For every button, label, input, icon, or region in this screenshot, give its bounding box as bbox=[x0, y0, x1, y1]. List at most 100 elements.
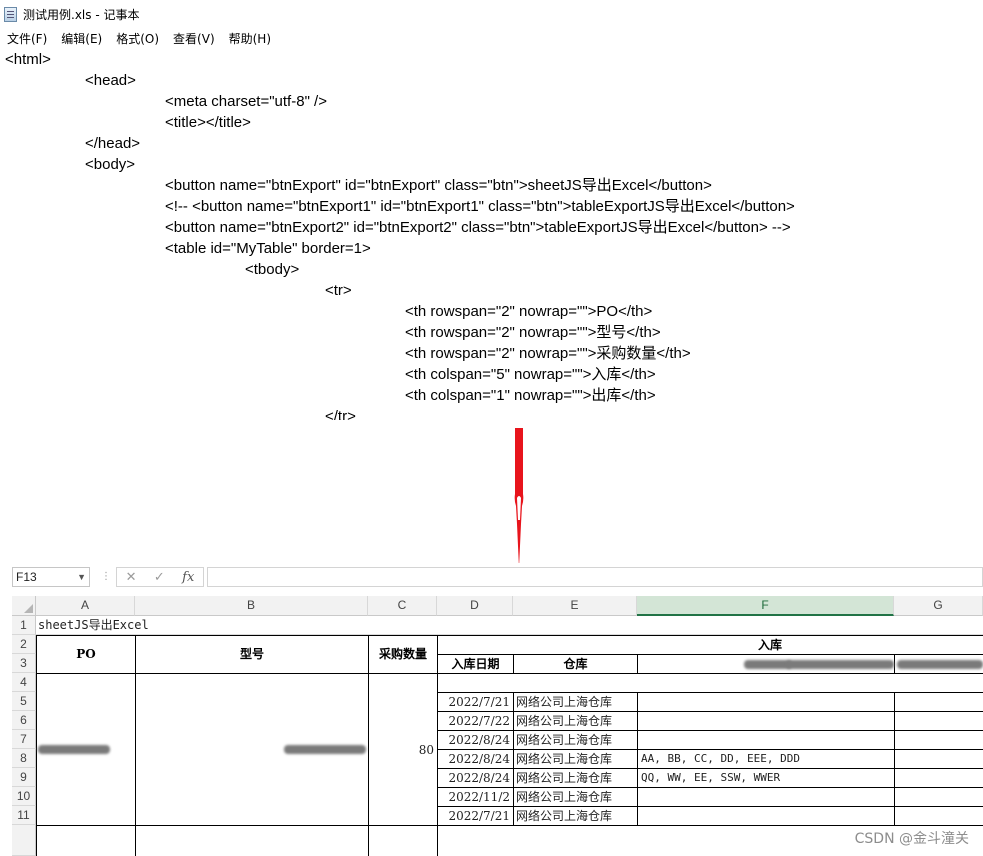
cell-f[interactable] bbox=[638, 788, 894, 806]
cell-warehouse[interactable]: 网络公司上海仓库 bbox=[514, 750, 637, 768]
table-border bbox=[894, 692, 895, 825]
column-header-g[interactable]: G bbox=[894, 596, 983, 616]
cell-date[interactable]: 2022/8/24 bbox=[438, 769, 513, 787]
header-warehouse[interactable]: 仓库 bbox=[514, 655, 637, 673]
code-line: <th colspan="1" nowrap="">出库</th> bbox=[405, 387, 656, 404]
menu-file[interactable]: 文件(F) bbox=[7, 30, 47, 47]
cell-f[interactable] bbox=[638, 693, 894, 711]
code-line: <title></title> bbox=[165, 114, 251, 131]
cell-f[interactable] bbox=[638, 731, 894, 749]
menu-help[interactable]: 帮助(H) bbox=[229, 30, 271, 47]
row-header-5[interactable]: 5 bbox=[12, 692, 36, 711]
row-header-4[interactable]: 4 bbox=[12, 673, 36, 692]
header-po[interactable]: PO bbox=[37, 636, 135, 673]
row-header-7[interactable]: 7 bbox=[12, 730, 36, 749]
cancel-icon[interactable]: ✕ bbox=[126, 570, 137, 585]
chevron-down-icon[interactable]: ▼ bbox=[77, 568, 86, 586]
cell-f[interactable]: AA, BB, CC, DD, EEE, DDD bbox=[638, 750, 894, 768]
cell-warehouse[interactable]: 网络公司上海仓库 bbox=[514, 693, 637, 711]
row-header-2[interactable]: 2 bbox=[12, 635, 36, 654]
code-line: <th rowspan="2" nowrap="">采购数量</th> bbox=[405, 345, 691, 362]
header-inbound[interactable]: 入库 bbox=[438, 636, 983, 654]
down-arrow-icon bbox=[514, 428, 524, 568]
cell-date[interactable]: 2022/8/24 bbox=[438, 731, 513, 749]
header-model[interactable]: 型号 bbox=[136, 636, 368, 673]
row-header-12 bbox=[12, 825, 36, 856]
cell-warehouse[interactable]: 网络公司上海仓库 bbox=[514, 769, 637, 787]
cell-qty[interactable]: 80 bbox=[369, 741, 437, 759]
code-line: <button name="btnExport" id="btnExport" … bbox=[165, 177, 712, 194]
cell-date[interactable]: 2022/7/21 bbox=[438, 693, 513, 711]
code-line: <th colspan="5" nowrap="">入库</th> bbox=[405, 366, 656, 383]
column-header-d[interactable]: D bbox=[437, 596, 513, 616]
table-border bbox=[894, 654, 895, 673]
cell-warehouse[interactable]: 网络公司上海仓库 bbox=[514, 807, 637, 825]
row-header-9[interactable]: 9 bbox=[12, 768, 36, 787]
name-box[interactable]: F13 ▼ bbox=[12, 567, 90, 587]
insert-function-icon[interactable]: fx bbox=[182, 570, 194, 585]
name-box-value: F13 bbox=[16, 570, 37, 584]
select-all-corner[interactable] bbox=[12, 596, 36, 616]
formula-input[interactable] bbox=[207, 567, 983, 587]
redacted-model bbox=[284, 745, 366, 754]
code-line: <table id="MyTable" border=1> bbox=[165, 240, 371, 257]
notepad-menubar: 文件(F) 编辑(E) 格式(O) 查看(V) 帮助(H) bbox=[0, 28, 278, 48]
redacted-header bbox=[744, 660, 792, 669]
redacted-header bbox=[786, 660, 894, 669]
cell-date[interactable]: 2022/7/22 bbox=[438, 712, 513, 730]
header-qty[interactable]: 采购数量 bbox=[369, 636, 437, 673]
code-line: <!-- <button name="btnExport1" id="btnEx… bbox=[165, 198, 795, 215]
watermark: CSDN @金斗潼关 bbox=[854, 831, 969, 847]
code-line: <th rowspan="2" nowrap="">PO</th> bbox=[405, 303, 653, 320]
redacted-header bbox=[897, 660, 983, 669]
column-header-f[interactable]: F bbox=[637, 596, 894, 616]
cell-f[interactable] bbox=[638, 807, 894, 825]
menu-edit[interactable]: 编辑(E) bbox=[61, 30, 102, 47]
table-border bbox=[36, 673, 983, 674]
header-inbound-date[interactable]: 入库日期 bbox=[438, 655, 513, 673]
column-header-a[interactable]: A bbox=[36, 596, 135, 616]
notepad-text-area[interactable]: <html> <head> <meta charset="utf-8" /> <… bbox=[0, 48, 983, 420]
table-border bbox=[637, 654, 638, 673]
notepad-app-icon bbox=[4, 6, 17, 22]
code-line: <meta charset="utf-8" /> bbox=[165, 93, 327, 110]
code-line: <body> bbox=[85, 156, 136, 173]
column-header-b[interactable]: B bbox=[135, 596, 368, 616]
row-header-6[interactable]: 6 bbox=[12, 711, 36, 730]
cell-warehouse[interactable]: 网络公司上海仓库 bbox=[514, 788, 637, 806]
formula-buttons: ✕ ✓ fx bbox=[116, 567, 204, 587]
notepad-titlebar: 测试用例.xls - 记事本 bbox=[0, 0, 983, 28]
row-header-3[interactable]: 3 bbox=[12, 654, 36, 673]
row-header-1[interactable]: 1 bbox=[12, 616, 36, 635]
code-line: <tbody> bbox=[245, 261, 300, 278]
cell-f[interactable] bbox=[638, 712, 894, 730]
cell-date[interactable]: 2022/8/24 bbox=[438, 750, 513, 768]
code-line: <html> bbox=[5, 51, 51, 68]
column-header-e[interactable]: E bbox=[513, 596, 637, 616]
column-header-c[interactable]: C bbox=[368, 596, 437, 616]
confirm-icon[interactable]: ✓ bbox=[154, 570, 165, 585]
excel-window: F13 ▼ ⋮ ✕ ✓ fx A B C D E F G 1 2 3 4 5 6… bbox=[0, 563, 983, 856]
cell-warehouse[interactable]: 网络公司上海仓库 bbox=[514, 712, 637, 730]
cell-warehouse[interactable]: 网络公司上海仓库 bbox=[514, 731, 637, 749]
code-line: </head> bbox=[85, 135, 141, 152]
redacted-po bbox=[38, 745, 110, 754]
cell-f[interactable]: QQ, WW, EE, SSW, WWER bbox=[638, 769, 894, 787]
window-title: 测试用例.xls - 记事本 bbox=[23, 7, 140, 22]
menu-view[interactable]: 查看(V) bbox=[173, 30, 215, 47]
row-header-10[interactable]: 10 bbox=[12, 787, 36, 806]
code-line: <button name="btnExport2" id="btnExport2… bbox=[165, 219, 791, 236]
code-line: <tr> bbox=[325, 282, 352, 299]
row-header-8[interactable]: 8 bbox=[12, 749, 36, 768]
code-line: </tr> bbox=[325, 408, 356, 420]
cell-date[interactable]: 2022/11/2 bbox=[438, 788, 513, 806]
cell-a1[interactable]: sheetJS导出Excel bbox=[38, 617, 149, 634]
code-line: <th rowspan="2" nowrap="">型号</th> bbox=[405, 324, 661, 341]
formula-bar: F13 ▼ ⋮ ✕ ✓ fx bbox=[0, 563, 983, 591]
menu-format[interactable]: 格式(O) bbox=[116, 30, 159, 47]
row-header-11[interactable]: 11 bbox=[12, 806, 36, 825]
separator-icon: ⋮ bbox=[101, 571, 111, 582]
cell-date[interactable]: 2022/7/21 bbox=[438, 807, 513, 825]
code-line: <head> bbox=[85, 72, 136, 89]
table-border bbox=[36, 825, 983, 826]
